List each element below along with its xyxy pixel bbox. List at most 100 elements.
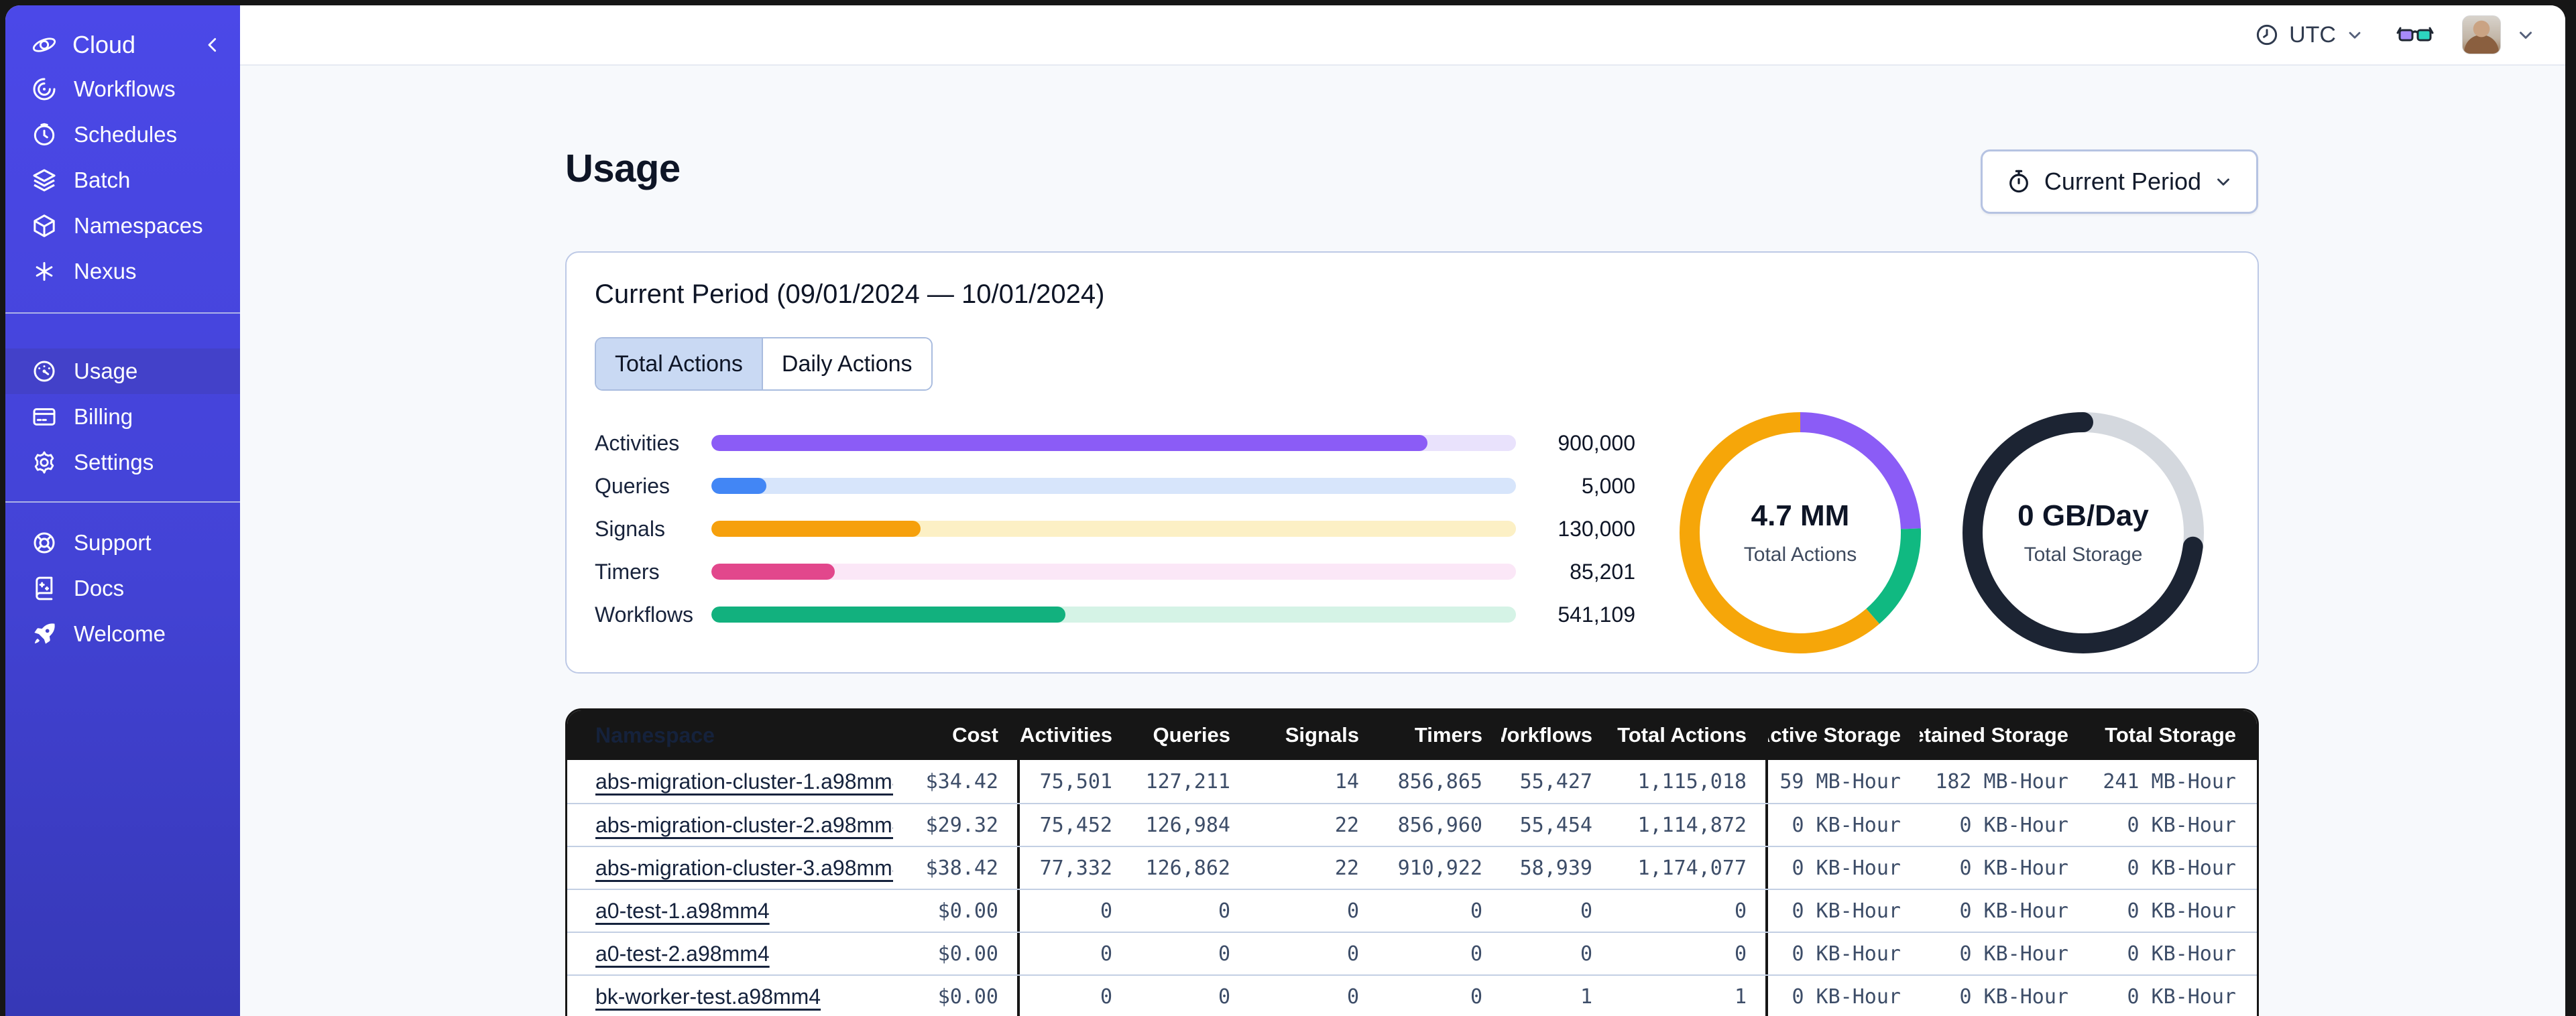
batch-icon xyxy=(33,169,56,192)
app-window: Cloud Workflows Schedules Batch Namespac… xyxy=(5,5,2565,1016)
column-header-cost: Cost xyxy=(952,723,998,747)
sidebar-item-namespaces[interactable]: Namespaces xyxy=(5,203,240,249)
bar-value: 5,000 xyxy=(1581,473,1635,498)
table-cell: 0 xyxy=(1734,942,1747,966)
sidebar-brand[interactable]: Cloud xyxy=(31,31,223,59)
table-row: bk-worker-test.a98mm4 $0.00 0 0 0 0 1 1 0 KB-Hou… xyxy=(567,974,2257,1016)
sidebar-item-batch[interactable]: Batch xyxy=(5,157,240,203)
usage-icon xyxy=(34,361,55,382)
tab-daily-actions[interactable]: Daily Actions xyxy=(761,338,931,389)
actions-tabs: Total Actions Daily Actions xyxy=(595,337,933,391)
table-cell: bk-worker-test.a98mm4 xyxy=(567,976,893,1016)
sidebar-item-support[interactable]: Support xyxy=(5,520,240,566)
table-cell: 0 KB-Hour xyxy=(1959,899,2068,923)
table-cell: 22 xyxy=(1334,856,1359,880)
table-cell: 0 xyxy=(1580,899,1592,923)
column-header-signals: Signals xyxy=(1285,723,1359,747)
page-title: Usage xyxy=(565,147,681,190)
bar-track xyxy=(711,478,1516,494)
support-icon xyxy=(34,532,55,554)
actions-bar-chart: Activities 900,000 Queries 5,000 Signals 130,… xyxy=(595,422,1635,636)
main-area: Usage Current Period Current Period (09/… xyxy=(240,66,2565,1016)
user-avatar[interactable] xyxy=(2462,15,2501,54)
table-cell: 77,332 xyxy=(1017,847,1131,889)
bar-row-workflows: Workflows 541,109 xyxy=(595,593,1635,636)
table-cell: 856,960 xyxy=(1397,813,1482,837)
content-area: UTC Usage Current Period Current Period … xyxy=(240,5,2565,1016)
total-actions-caption: Total Actions xyxy=(1743,544,1857,566)
table-cell: 0 KB-Hour xyxy=(1765,890,1920,932)
docs-icon xyxy=(36,576,53,600)
namespaces-icon xyxy=(34,214,55,237)
namespace-link[interactable]: abs-migration-cluster-2.a98mm4 xyxy=(595,813,893,838)
namespace-usage-table: Namespace Cost Activities Queries Signals Tim… xyxy=(565,708,2259,1016)
period-selector-button[interactable]: Current Period xyxy=(1980,149,2258,214)
sidebar-item-schedules[interactable]: Schedules xyxy=(5,112,240,157)
sidebar-item-label: Welcome xyxy=(74,621,166,646)
bar-fill xyxy=(711,435,1427,451)
total-storage-caption: Total Storage xyxy=(2024,544,2143,566)
sidebar-item-label: Workflows xyxy=(74,76,176,101)
table-cell: $34.42 xyxy=(925,769,998,793)
table-cell: 182 MB-Hour xyxy=(1935,769,2068,793)
table-cell: abs-migration-cluster-3.a98mm4 xyxy=(567,847,893,889)
sidebar-divider xyxy=(5,312,240,314)
bar-label: Workflows xyxy=(595,602,693,627)
stopwatch-icon xyxy=(2009,170,2028,193)
nexus-icon xyxy=(36,262,53,281)
table-cell: abs-migration-cluster-1.a98mm4 xyxy=(567,760,893,803)
namespace-link[interactable]: abs-migration-cluster-3.a98mm4 xyxy=(595,856,893,881)
table-row: abs-migration-cluster-2.a98mm4 $29.32 75,4… xyxy=(567,803,2257,846)
table-cell: 0 KB-Hour xyxy=(2127,942,2236,966)
total-storage-value: 0 GB/Day xyxy=(2017,499,2149,532)
table-row: a0-test-2.a98mm4 $0.00 0 0 0 0 0 0 0 KB-Hour 0 KB… xyxy=(567,932,2257,974)
bar-value: 541,109 xyxy=(1558,602,1635,627)
table-cell: 0 xyxy=(1470,942,1482,966)
table-cell: 0 KB-Hour xyxy=(1765,933,1920,974)
table-cell: 0 xyxy=(1470,899,1482,923)
sidebar-item-settings[interactable]: Settings xyxy=(5,440,240,485)
table-cell: 55,427 xyxy=(1519,769,1592,793)
glasses-icon xyxy=(2396,27,2434,42)
table-cell: 856,865 xyxy=(1397,769,1482,793)
bar-fill xyxy=(711,521,921,537)
bar-track xyxy=(711,607,1516,623)
sidebar-item-label: Billing xyxy=(74,404,133,429)
chevron-down-icon xyxy=(2349,31,2361,39)
sidebar-item-billing[interactable]: Billing xyxy=(5,394,240,440)
table-cell: 241 MB-Hour xyxy=(2103,769,2236,793)
sidebar-item-welcome[interactable]: Welcome xyxy=(5,611,240,657)
tab-total-actions[interactable]: Total Actions xyxy=(596,338,762,389)
sidebar-collapse-icon[interactable] xyxy=(202,35,223,55)
table-cell: 75,452 xyxy=(1017,804,1131,846)
namespace-link[interactable]: bk-worker-test.a98mm4 xyxy=(595,985,821,1009)
sidebar-item-label: Namespaces xyxy=(74,213,203,238)
labs-toggle[interactable] xyxy=(2396,23,2434,47)
table-cell: 0 xyxy=(1470,985,1482,1009)
table-cell: 0 KB-Hour xyxy=(2127,899,2236,923)
total-actions-donut: 4.7 MM Total Actions xyxy=(1680,412,1921,653)
table-cell: 0 xyxy=(1017,890,1131,932)
schedules-icon xyxy=(34,123,55,145)
column-header-activities: Activities xyxy=(1017,710,1131,760)
namespace-link[interactable]: a0-test-2.a98mm4 xyxy=(595,942,770,966)
timezone-selector[interactable]: UTC xyxy=(2254,22,2364,48)
sidebar-footer-nav: Support Docs Welcome xyxy=(5,520,240,657)
sidebar-item-docs[interactable]: Docs xyxy=(5,566,240,611)
table-cell: 1,174,077 xyxy=(1637,856,1747,880)
sidebar-item-usage[interactable]: Usage xyxy=(5,348,240,394)
table-cell: 75,501 xyxy=(1017,760,1131,803)
table-header-row: Namespace Cost Activities Queries Signals Tim… xyxy=(567,710,2257,760)
table-cell: 0 KB-Hour xyxy=(2127,985,2236,1009)
user-menu-toggle[interactable] xyxy=(2516,25,2536,45)
bar-row-queries: Queries 5,000 xyxy=(595,464,1635,507)
table-cell: 1 xyxy=(1580,985,1592,1009)
bar-track xyxy=(711,435,1516,451)
bar-value: 130,000 xyxy=(1558,516,1635,541)
sidebar-item-nexus[interactable]: Nexus xyxy=(5,249,240,294)
namespace-link[interactable]: a0-test-1.a98mm4 xyxy=(595,899,770,924)
table-cell: 0 xyxy=(1218,899,1230,923)
table-cell: 0 KB-Hour xyxy=(1959,813,2068,837)
sidebar-item-workflows[interactable]: Workflows xyxy=(5,66,240,112)
namespace-link[interactable]: abs-migration-cluster-1.a98mm4 xyxy=(595,769,893,794)
